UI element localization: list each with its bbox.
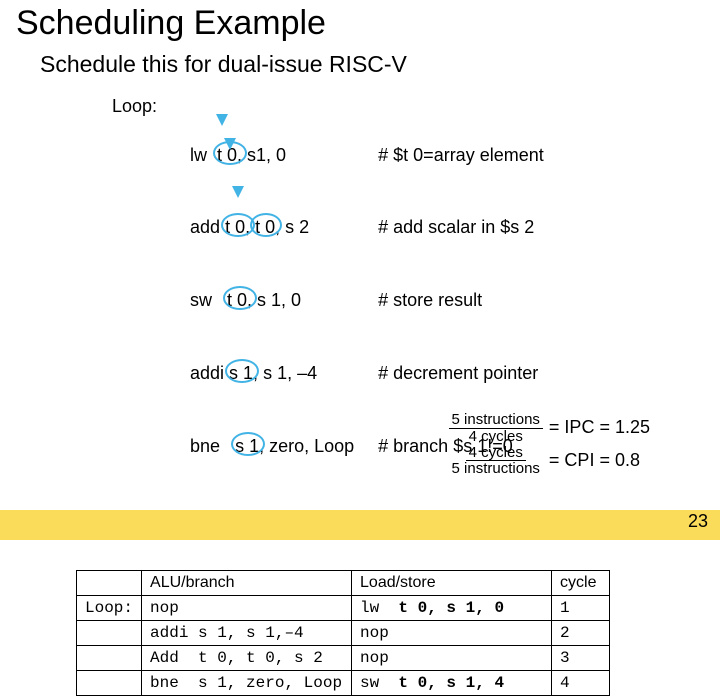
cpi-equation: 4 cycles5 instructions = CPI = 0.8 <box>449 445 650 478</box>
loop-label: Loop: <box>112 94 166 556</box>
col-cycle-header: cycle <box>552 570 610 595</box>
dep-reg-t0-1: t 0, <box>225 215 250 239</box>
table-header-row: ALU/branch Load/store cycle <box>77 570 610 595</box>
slide-title: Scheduling Example <box>16 4 704 43</box>
dep-reg-t0-2: t 0, <box>227 288 252 312</box>
dep-reg-t0-0: t 0, <box>217 143 242 167</box>
table-row: Loop: nop lw t 0, s 1, 0 1 <box>77 595 610 620</box>
table-row: Add t 0, t 0, s 2 nop 3 <box>77 645 610 670</box>
col-alu-header: ALU/branch <box>142 570 352 595</box>
source-code-block: Loop: lw t 0, s1, 0 add t 0, t 0, s 2 sw… <box>112 94 704 556</box>
table-row: addi s 1, s 1,–4 nop 2 <box>77 620 610 645</box>
dep-reg-s1-4: s 1, <box>235 434 264 458</box>
ipc-equation: 5 instructions4 cycles = IPC = 1.25 <box>449 412 650 445</box>
dep-reg-t0-1b: t 0, s 2 <box>250 215 309 239</box>
comments-column: # $t 0=array element # add scalar in $s … <box>378 94 544 556</box>
table-row: bne s 1, zero, Loop sw t 0, s 1, 4 4 <box>77 670 610 695</box>
slide-subtitle: Schedule this for dual-issue RISC-V <box>40 51 704 78</box>
instruction-column: lw t 0, s1, 0 add t 0, t 0, s 2 sw t 0, … <box>190 94 354 556</box>
dep-reg-s1-3: s 1, <box>229 361 258 385</box>
page-number: 23 <box>688 511 708 532</box>
equations-block: 5 instructions4 cycles = IPC = 1.25 4 cy… <box>449 412 650 477</box>
col-ls-header: Load/store <box>352 570 552 595</box>
schedule-table: ALU/branch Load/store cycle Loop: nop lw… <box>76 570 610 696</box>
